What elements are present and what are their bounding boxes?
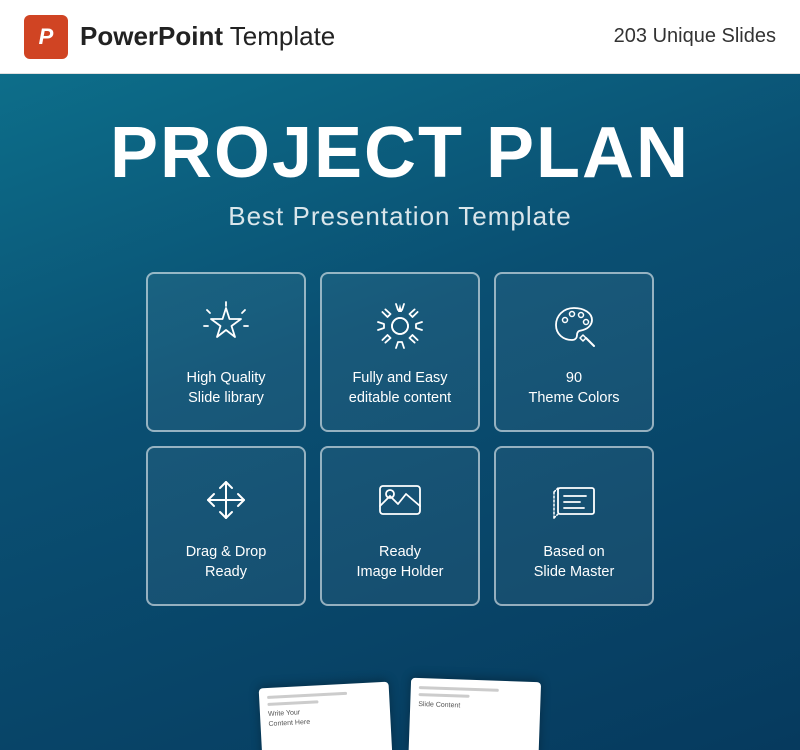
feature-label-image-holder: ReadyImage Holder <box>356 542 443 583</box>
preview-text: Write YourContent Here <box>268 704 383 730</box>
feature-label-slide-master: Based onSlide Master <box>534 542 615 583</box>
bottom-preview: Write YourContent Here Slide Content <box>0 660 800 750</box>
preview-line <box>419 693 470 698</box>
preview-slide-1: Write YourContent Here <box>259 682 393 750</box>
feature-label-theme-colors: 90Theme Colors <box>528 368 619 409</box>
preview-line <box>419 686 499 692</box>
title-bold: PowerPoint <box>80 21 223 51</box>
unique-slides-label: 203 Unique Slides <box>614 25 776 48</box>
app-icon-label: P <box>39 24 54 50</box>
feature-card-image-holder: ReadyImage Holder <box>320 446 480 606</box>
header-title: PowerPoint Template <box>80 21 335 52</box>
slides-icon <box>544 470 604 530</box>
feature-card-slide-master: Based onSlide Master <box>494 446 654 606</box>
gear-icon <box>370 296 430 356</box>
powerpoint-icon: P <box>24 15 68 59</box>
feature-label-editable-content: Fully and Easyeditable content <box>349 368 451 409</box>
feature-label-drag-drop: Drag & DropReady <box>186 542 267 583</box>
hero-title: PROJECT PLAN <box>110 114 690 193</box>
title-regular: Template <box>223 21 335 51</box>
feature-card-drag-drop: Drag & DropReady <box>146 446 306 606</box>
preview-line <box>267 692 347 699</box>
feature-grid: High QualitySlide library Fully and Easy… <box>146 272 654 606</box>
feature-card-slide-library: High QualitySlide library <box>146 272 306 432</box>
preview-slide-2: Slide Content <box>409 678 542 750</box>
move-icon <box>196 470 256 530</box>
feature-card-editable-content: Fully and Easyeditable content <box>320 272 480 432</box>
hero-section: PROJECT PLAN Best Presentation Template <box>110 74 690 262</box>
preview-line <box>267 700 318 706</box>
preview-text: Slide Content <box>418 700 532 714</box>
feature-label-slide-library: High QualitySlide library <box>187 368 266 409</box>
hero-subtitle: Best Presentation Template <box>110 201 690 232</box>
image-icon <box>370 470 430 530</box>
header-left: P PowerPoint Template <box>24 15 335 59</box>
feature-card-theme-colors: 90Theme Colors <box>494 272 654 432</box>
main-content: PROJECT PLAN Best Presentation Template … <box>0 74 800 750</box>
star-icon <box>196 296 256 356</box>
palette-icon <box>544 296 604 356</box>
header: P PowerPoint Template 203 Unique Slides <box>0 0 800 74</box>
